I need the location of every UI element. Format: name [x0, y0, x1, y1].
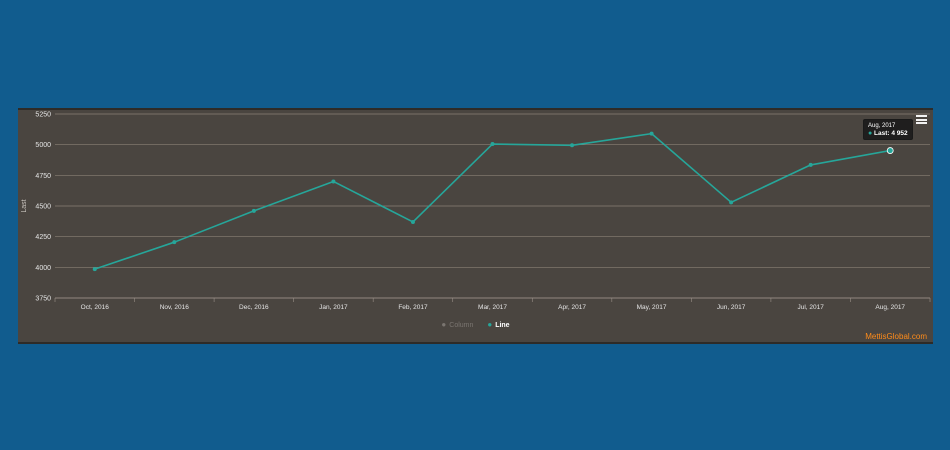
- y-tick-label: 4250: [35, 234, 51, 241]
- data-point[interactable]: [92, 267, 97, 272]
- data-point[interactable]: [570, 143, 575, 148]
- chart-panel: 5250 5000 4750 4500 4250 4000 3750 Last Oct, 201…: [18, 108, 933, 344]
- tooltip: Aug, 2017 ● Last: 4 952: [863, 119, 913, 140]
- hamburger-menu-icon[interactable]: [916, 115, 927, 124]
- y-tick-label: 4750: [35, 173, 51, 180]
- x-tick-label: Nov, 2016: [160, 304, 190, 311]
- data-point[interactable]: [251, 208, 256, 213]
- x-tick-label: Feb, 2017: [398, 304, 428, 311]
- y-axis-label: Last: [21, 199, 28, 212]
- x-tick-label: Mar, 2017: [478, 304, 507, 311]
- x-tick-label: Jan, 2017: [319, 304, 348, 311]
- x-tick-label: Apr, 2017: [558, 304, 586, 311]
- line-chart: 5250 5000 4750 4500 4250 4000 3750 Last Oct, 201…: [21, 112, 931, 311]
- data-point[interactable]: [886, 147, 894, 154]
- data-point[interactable]: [649, 131, 654, 136]
- x-tick-label: May, 2017: [637, 304, 667, 311]
- tooltip-series-dot-icon: ●: [868, 130, 873, 137]
- data-point[interactable]: [410, 219, 415, 224]
- data-point[interactable]: [172, 240, 177, 245]
- legend: ● Column ● Line: [18, 320, 933, 329]
- legend-item-line[interactable]: ● Line: [487, 320, 509, 329]
- y-tick-label: 4500: [35, 204, 51, 211]
- data-point[interactable]: [729, 200, 734, 205]
- legend-label-column: Column: [449, 322, 474, 329]
- data-point[interactable]: [331, 179, 336, 184]
- x-tick-label: Dec, 2016: [239, 304, 269, 311]
- y-tick-label: 3750: [35, 296, 51, 303]
- watermark-link[interactable]: MettisGlobal.com: [865, 332, 927, 341]
- legend-dot-icon: ●: [487, 320, 493, 329]
- tooltip-date: Aug, 2017: [868, 123, 896, 129]
- x-tick-label: Oct, 2016: [81, 304, 110, 311]
- x-tick-label: Aug, 2017: [875, 304, 905, 311]
- series-line: [94, 132, 891, 270]
- data-point[interactable]: [490, 142, 495, 147]
- legend-item-column[interactable]: ● Column: [441, 320, 473, 329]
- legend-dot-icon: ●: [441, 320, 447, 329]
- tooltip-value: Last: 4 952: [874, 130, 908, 137]
- x-tick-label: Jun, 2017: [717, 304, 746, 311]
- x-tick-label: Jul, 2017: [797, 304, 824, 311]
- y-tick-label: 4000: [35, 265, 51, 272]
- legend-label-line: Line: [495, 322, 510, 329]
- tooltip-value-row: ● Last: 4 952: [868, 130, 908, 138]
- y-tick-label: 5000: [35, 142, 51, 149]
- data-point[interactable]: [808, 162, 813, 167]
- y-tick-label: 5250: [35, 112, 51, 119]
